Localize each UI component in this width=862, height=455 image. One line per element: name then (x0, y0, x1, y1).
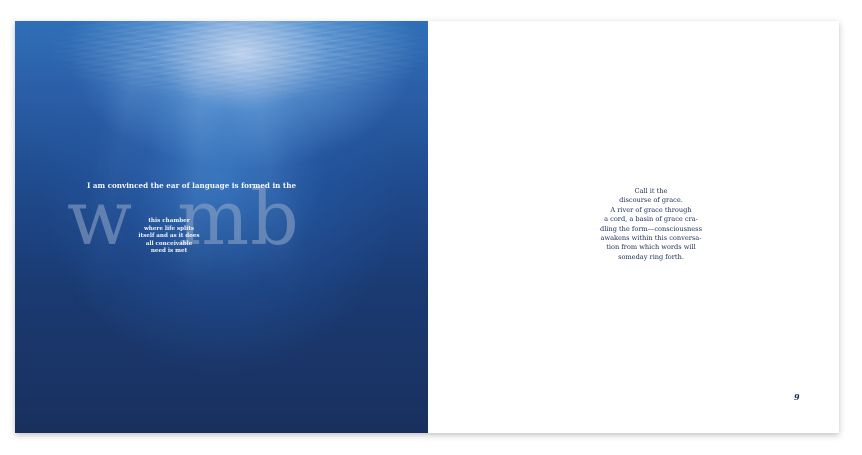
right-page: Call it the discourse of grace. A river … (428, 21, 839, 433)
poem-line: Call it the (634, 187, 668, 195)
chamber-line: this chamber (148, 218, 190, 224)
chamber-line: where life splits (143, 225, 195, 232)
poem-line: tion from which words will (606, 243, 696, 252)
poem-line: a cord, a basin of grace cra- (604, 215, 698, 224)
poem-line: someday ring forth. (618, 252, 684, 261)
left-page-underwater-image: w mb I am convinced the ear of language i… (15, 21, 428, 433)
chamber-text: this chamber where life splits itself an… (133, 218, 205, 256)
chamber-line: itself and as it does (138, 233, 200, 240)
chamber-line: need is met (150, 248, 188, 255)
womb-word-start: w (67, 173, 134, 262)
chamber-line: all conceivable (145, 240, 193, 247)
poem-line: dling the form—consciousness (600, 224, 702, 233)
book-spread: w mb I am convinced the ear of language i… (15, 21, 839, 433)
intro-line: I am convinced the ear of language is fo… (87, 181, 297, 190)
poem-text: Call it the discourse of grace. A river … (568, 187, 734, 262)
poem-line: awakens within this conversa- (600, 234, 702, 243)
poem-line: discourse of grace. (619, 196, 683, 205)
page-number: 9 (794, 392, 800, 402)
poem-line: A river of grace through (610, 205, 692, 214)
